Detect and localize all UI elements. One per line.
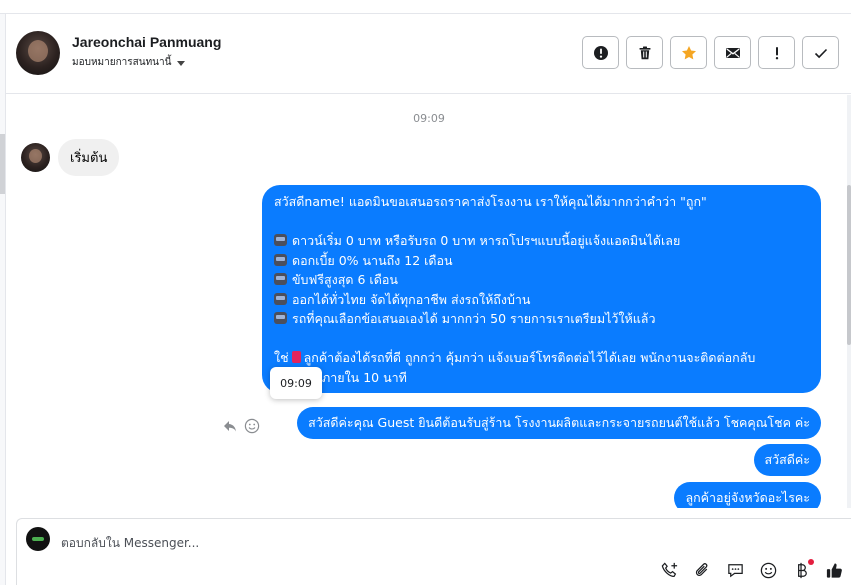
follow-up-button[interactable]: [758, 36, 795, 69]
outgoing-message-bubble[interactable]: สวัสดีname! แอดมินขอเสนอรถราคาส่งโรงงาน …: [262, 185, 821, 393]
contact-name[interactable]: Jareonchai Panmuang: [72, 34, 221, 50]
sender-avatar[interactable]: [21, 143, 50, 172]
car-emoji-icon: [274, 312, 287, 324]
star-button[interactable]: [670, 36, 707, 69]
left-panel-edge: [0, 14, 6, 585]
mark-unread-button[interactable]: [714, 36, 751, 69]
incoming-message-bubble[interactable]: เริ่มต้น: [58, 139, 120, 176]
composer-actions: [659, 559, 845, 581]
delete-button[interactable]: [626, 36, 663, 69]
saved-reply-button[interactable]: [725, 560, 746, 581]
reply-icon[interactable]: [222, 418, 238, 434]
car-emoji-icon: [274, 273, 287, 285]
double-exclamation-emoji-icon: [291, 351, 301, 363]
star-icon: [681, 45, 696, 59]
trash-icon: [639, 46, 650, 59]
saved-reply-icon: [728, 564, 743, 578]
emoji-icon: [760, 562, 777, 579]
alert-circle-icon: [593, 45, 608, 60]
outgoing-message-bubble[interactable]: สวัสดีค่ะ: [753, 444, 821, 476]
phone-plus-icon: [661, 562, 678, 578]
message-gap: [274, 212, 809, 232]
bullet-text: รถที่คุณเลือกข้อเสนอเองได้ มากกว่า 50 รา…: [292, 311, 656, 326]
message-gap: [274, 329, 809, 349]
bullet-line: ออกได้ทั่วไทย จัดได้ทุกอาชีพ ส่งรถให้ถึง…: [274, 290, 809, 310]
outgoing-message-bubble[interactable]: สวัสดีค่ะคุณ Guest ยินดีต้อนรับสู่ร้าน โ…: [297, 407, 821, 439]
exclamation-icon: [775, 46, 778, 59]
checkmark-icon: [814, 48, 827, 58]
bullet-line: รถที่คุณเลือกข้อเสนอเองได้ มากกว่า 50 รา…: [274, 309, 809, 329]
assign-label: มอบหมายการสนทนานี้: [72, 57, 172, 68]
attach-button[interactable]: [692, 560, 713, 581]
contact-avatar[interactable]: [16, 31, 60, 75]
thread-scrollbar-thumb[interactable]: [847, 185, 851, 345]
emoji-button[interactable]: [758, 560, 779, 581]
spam-button[interactable]: [582, 36, 619, 69]
like-button[interactable]: [824, 560, 845, 581]
car-emoji-icon: [274, 234, 287, 246]
outgoing-message-bubble[interactable]: ลูกค้าอยู่จังหวัดอะไรคะ: [674, 482, 821, 508]
closing-line-2: ภายใน 10 นาที: [274, 368, 809, 388]
assign-conversation-dropdown[interactable]: มอบหมายการสนทนานี้: [72, 55, 186, 70]
call-button[interactable]: [659, 560, 680, 581]
notification-dot: [808, 559, 814, 565]
reply-input[interactable]: ตอบกลับใน Messenger...: [61, 534, 199, 553]
bullet-text: ดาวน์เริ่ม 0 บาท หรือรับรถ 0 บาท หารถโปร…: [292, 233, 681, 248]
bullet-line: ดอกเบี้ย 0% นานถึง 12 เดือน: [274, 251, 809, 271]
bullet-text: ขับฟรีสูงสุด 6 เดือน: [292, 272, 398, 287]
conversation-toolbar: [582, 36, 839, 69]
bullet-line: ขับฟรีสูงสุด 6 เดือน: [274, 270, 809, 290]
like-icon: [826, 563, 842, 578]
caret-down-icon: [177, 61, 186, 66]
thread-timestamp: 09:09: [413, 112, 445, 125]
incoming-message-row: เริ่มต้น: [21, 139, 120, 176]
message-line: สวัสดีname! แอดมินขอเสนอรถราคาส่งโรงงาน …: [274, 194, 707, 209]
closing-line: ใช่ ลูกค้าต้องได้รถที่ดี ถูกกว่า คุ้มกว่า…: [274, 348, 809, 368]
car-emoji-icon: [274, 253, 287, 266]
car-emoji-icon: [274, 292, 287, 305]
done-button[interactable]: [802, 36, 839, 69]
closing-prefix: ใช่: [274, 350, 289, 365]
reply-composer: ตอบกลับใน Messenger...: [16, 518, 851, 585]
envelope-icon: [725, 47, 740, 58]
conversation-header: Jareonchai Panmuang มอบหมายการสนทนานี้: [6, 14, 851, 94]
react-emoji-icon[interactable]: [244, 418, 260, 434]
payment-button[interactable]: [791, 559, 814, 581]
bullet-line: ดาวน์เริ่ม 0 บาท หรือรับรถ 0 บาท หารถโปร…: [274, 231, 809, 251]
message-thread[interactable]: 09:09 เริ่มต้น สวัสดีname! แอดมินขอเสนอร…: [7, 95, 851, 508]
left-scrollbar[interactable]: [0, 134, 5, 194]
thread-scrollbar[interactable]: [847, 95, 851, 508]
closing-text-2: ภายใน 10 นาที: [322, 369, 407, 385]
bullet-text: ออกได้ทั่วไทย จัดได้ทุกอาชีพ ส่งรถให้ถึง…: [292, 291, 531, 307]
window-top-edge: [0, 0, 851, 14]
paperclip-icon: [695, 563, 708, 576]
closing-text: ลูกค้าต้องได้รถที่ดี ถูกกว่า คุ้มกว่า แจ…: [303, 350, 756, 365]
message-time-tooltip: 09:09: [270, 367, 322, 399]
page-avatar: [26, 527, 50, 551]
bullet-text: ดอกเบี้ย 0% นานถึง 12 เดือน: [292, 252, 453, 268]
message-actions: [222, 418, 260, 434]
